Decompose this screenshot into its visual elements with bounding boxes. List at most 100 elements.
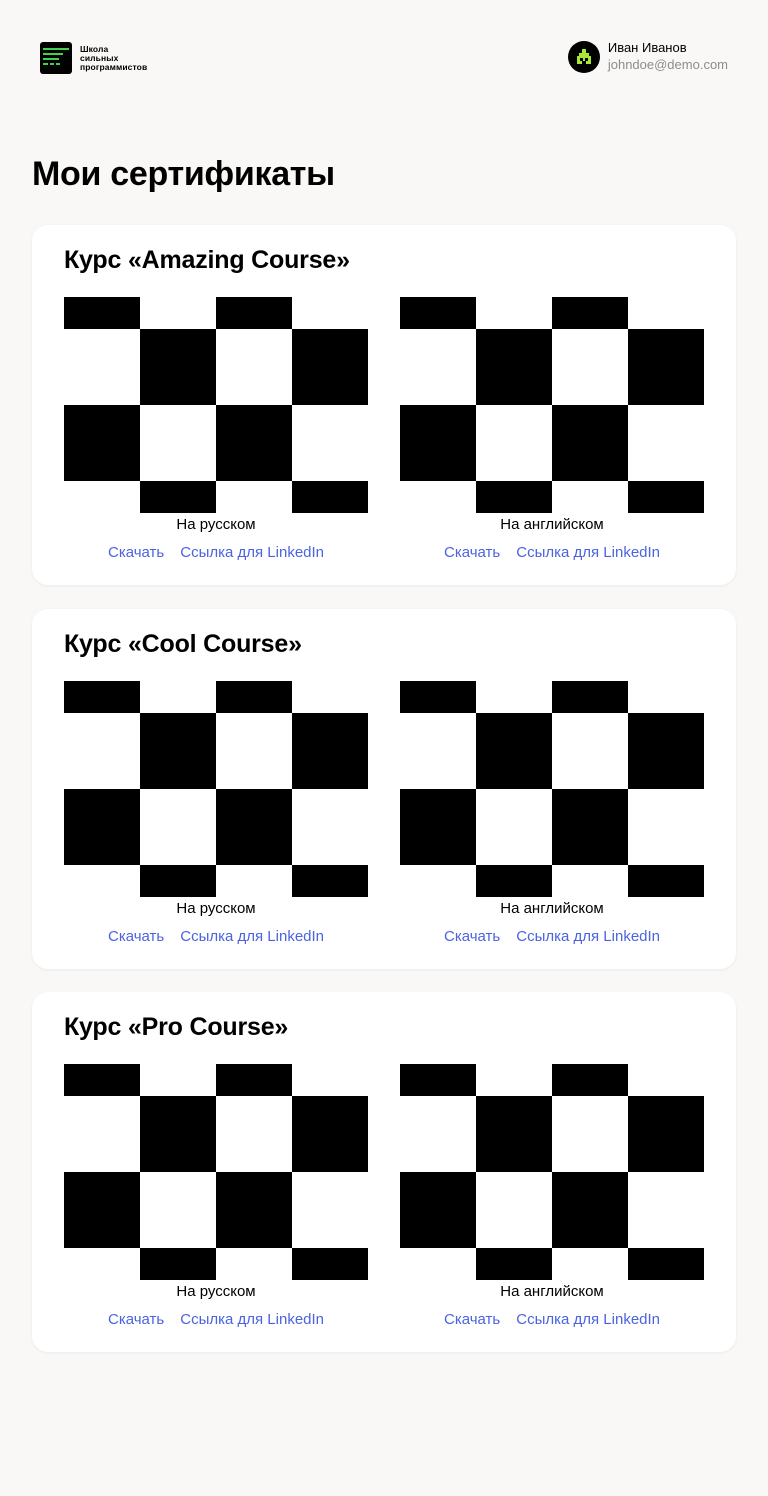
school-logo-icon <box>40 42 72 74</box>
checker-square <box>628 1248 704 1280</box>
certificate-actions: Скачать Ссылка для LinkedIn <box>400 929 704 945</box>
checker-square <box>64 405 140 481</box>
certificate-preview-image[interactable] <box>400 681 704 897</box>
download-link[interactable]: Скачать <box>108 545 164 561</box>
checker-square <box>64 1172 140 1248</box>
checker-square <box>140 481 216 513</box>
checker-square <box>476 865 552 897</box>
checker-square <box>628 481 704 513</box>
checker-square <box>216 1064 292 1096</box>
certificate-caption: На русском <box>176 516 256 533</box>
checker-square <box>140 713 216 789</box>
checker-square <box>400 681 476 713</box>
checker-square <box>292 865 368 897</box>
checker-square <box>216 681 292 713</box>
logo-line: программистов <box>80 61 148 72</box>
course-title: Курс «Amazing Course» <box>64 246 350 274</box>
checker-square <box>476 481 552 513</box>
user-email: johndoe@demo.com <box>607 57 728 72</box>
checker-square <box>552 405 628 481</box>
checker-square <box>140 329 216 405</box>
checker-square <box>64 297 140 329</box>
checker-square <box>140 1248 216 1280</box>
checker-square <box>400 297 476 329</box>
checker-square <box>552 297 628 329</box>
checker-square <box>216 405 292 481</box>
checker-square <box>628 329 704 405</box>
certificate-caption: На английском <box>500 1283 604 1300</box>
checker-square <box>216 789 292 865</box>
checker-square <box>292 1096 368 1172</box>
checker-square <box>400 1064 476 1096</box>
checker-square <box>292 329 368 405</box>
course-card: Курс «Amazing Course» На русском Скачать… <box>32 225 736 585</box>
certificate-actions: Скачать Ссылка для LinkedIn <box>64 545 368 561</box>
user-profile[interactable]: Иван Иванов johndoe@demo.com <box>567 40 728 74</box>
checker-square <box>140 1096 216 1172</box>
checker-square <box>628 865 704 897</box>
checker-square <box>216 297 292 329</box>
course-title: Курс «Pro Course» <box>64 1013 289 1041</box>
certificate-caption: На русском <box>176 1283 256 1300</box>
checker-square <box>552 1172 628 1248</box>
checker-square <box>140 865 216 897</box>
checker-square <box>292 1248 368 1280</box>
download-link[interactable]: Скачать <box>444 545 500 561</box>
checker-square <box>552 1064 628 1096</box>
checker-square <box>476 329 552 405</box>
certificate-russian: На русском Скачать Ссылка для LinkedIn <box>64 297 368 561</box>
checker-square <box>64 1064 140 1096</box>
user-name: Иван Иванов <box>607 40 687 55</box>
certificate-preview-image[interactable] <box>400 297 704 513</box>
certificate-russian: На русском Скачать Ссылка для LinkedIn <box>64 681 368 945</box>
school-logo-text: Школа сильных программистов <box>80 44 148 72</box>
certificate-caption: На английском <box>500 900 604 917</box>
course-title: Курс «Cool Course» <box>64 630 302 658</box>
checker-square <box>552 789 628 865</box>
certificate-preview-image[interactable] <box>64 1064 368 1280</box>
linkedin-link[interactable]: Ссылка для LinkedIn <box>516 1312 660 1328</box>
checker-square <box>400 789 476 865</box>
checker-square <box>628 713 704 789</box>
school-logo[interactable]: Школа сильных программистов <box>40 42 147 74</box>
certificate-english: На английском Скачать Ссылка для LinkedI… <box>400 681 704 945</box>
checker-square <box>476 1248 552 1280</box>
certificate-actions: Скачать Ссылка для LinkedIn <box>64 1312 368 1328</box>
checker-square <box>292 713 368 789</box>
download-link[interactable]: Скачать <box>108 929 164 945</box>
checker-square <box>476 713 552 789</box>
checker-square <box>64 681 140 713</box>
page-title: Мои сертификаты <box>32 155 335 193</box>
pixel-avatar-icon <box>567 41 600 73</box>
download-link[interactable]: Скачать <box>444 929 500 945</box>
linkedin-link[interactable]: Ссылка для LinkedIn <box>180 1312 324 1328</box>
course-card: Курс «Pro Course» На русском Скачать Ссы… <box>32 992 736 1352</box>
certificate-actions: Скачать Ссылка для LinkedIn <box>400 1312 704 1328</box>
user-info: Иван Иванов johndoe@demo.com <box>608 40 728 74</box>
course-card: Курс «Cool Course» На русском Скачать Сс… <box>32 609 736 969</box>
certificate-caption: На русском <box>176 900 256 917</box>
certificate-preview-image[interactable] <box>64 297 368 513</box>
linkedin-link[interactable]: Ссылка для LinkedIn <box>516 929 660 945</box>
certificate-english: На английском Скачать Ссылка для LinkedI… <box>400 1064 704 1328</box>
linkedin-link[interactable]: Ссылка для LinkedIn <box>180 929 324 945</box>
checker-square <box>216 1172 292 1248</box>
certificate-actions: Скачать Ссылка для LinkedIn <box>400 545 704 561</box>
checker-square <box>64 789 140 865</box>
download-link[interactable]: Скачать <box>108 1312 164 1328</box>
checker-square <box>628 1096 704 1172</box>
certificate-caption: На английском <box>500 516 604 533</box>
site-header: Школа сильных программистов Иван Иванов … <box>0 0 768 116</box>
checker-square <box>292 481 368 513</box>
linkedin-link[interactable]: Ссылка для LinkedIn <box>516 545 660 561</box>
certificate-english: На английском Скачать Ссылка для LinkedI… <box>400 297 704 561</box>
checker-square <box>400 405 476 481</box>
download-link[interactable]: Скачать <box>444 1312 500 1328</box>
linkedin-link[interactable]: Ссылка для LinkedIn <box>180 545 324 561</box>
checker-square <box>552 681 628 713</box>
checker-square <box>400 1172 476 1248</box>
checker-square <box>476 1096 552 1172</box>
certificate-preview-image[interactable] <box>400 1064 704 1280</box>
certificate-actions: Скачать Ссылка для LinkedIn <box>64 929 368 945</box>
certificate-preview-image[interactable] <box>64 681 368 897</box>
